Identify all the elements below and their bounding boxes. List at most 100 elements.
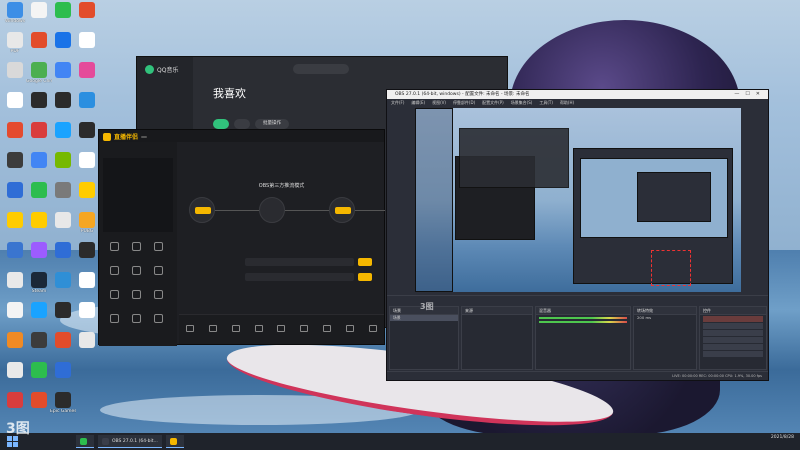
bottom-tool[interactable] [277,325,286,334]
live-tool[interactable] [125,240,147,264]
live-tool[interactable] [125,264,147,288]
qq-batch-button[interactable]: 批量操作 [255,119,289,129]
qq-play-all-button[interactable] [213,119,229,129]
menu-item[interactable]: 场景集合(S) [511,99,533,107]
desktop-icon[interactable] [2,62,28,94]
bottom-tool[interactable] [368,325,377,334]
desktop-icon[interactable] [74,122,100,154]
menu-item[interactable]: 工具(T) [539,99,553,107]
desktop-icon[interactable] [74,272,100,304]
qq-search-input[interactable] [293,64,349,74]
live-tool[interactable] [147,288,169,312]
menu-item[interactable]: 视图(V) [432,99,446,107]
desktop-icon[interactable] [26,2,52,34]
copy-button[interactable] [358,257,372,266]
desktop-icon[interactable] [50,182,76,214]
desktop-icon[interactable] [2,152,28,184]
server-url-field[interactable] [245,257,354,266]
desktop-icon[interactable] [50,242,76,274]
settings-button[interactable] [703,344,763,350]
desktop-icon[interactable] [2,272,28,304]
desktop-icon[interactable] [74,2,100,34]
desktop-icon[interactable] [50,62,76,94]
stream-key-field[interactable] [245,272,354,281]
desktop-icon[interactable] [26,332,52,364]
bottom-tool[interactable] [209,325,218,334]
scene-item[interactable]: 场景 [390,315,458,321]
live-tool[interactable] [125,288,147,312]
bottom-tool[interactable] [231,325,240,334]
desktop-icon[interactable] [74,152,100,184]
desktop-icon[interactable] [50,2,76,34]
desktop-icon[interactable]: Windows [2,2,28,34]
desktop-icon[interactable] [50,92,76,124]
desktop-icon[interactable] [50,122,76,154]
desktop-icon[interactable] [50,32,76,64]
desktop-icon[interactable] [2,122,28,154]
desktop-icon[interactable]: PUBG [74,212,100,244]
live-tool[interactable] [125,312,147,336]
desktop-icon[interactable] [74,92,100,124]
menu-item[interactable]: 文件(F) [391,99,404,107]
desktop-icon[interactable] [26,92,52,124]
desktop-icon[interactable] [50,272,76,304]
desktop-icon[interactable] [2,212,28,244]
studio-mode-button[interactable] [703,337,763,343]
menu-item[interactable]: 编辑(E) [411,99,425,107]
desktop-icon[interactable]: Google Chrome [26,62,52,94]
bottom-tool[interactable] [186,325,195,334]
taskbar-item[interactable] [76,435,94,448]
live-tool[interactable] [103,264,125,288]
live-tool[interactable] [103,240,125,264]
desktop-icon[interactable] [74,62,100,94]
taskbar-item[interactable] [165,435,184,448]
desktop-icon[interactable] [26,152,52,184]
virtual-camera-button[interactable] [703,330,763,336]
start-recording-button[interactable] [703,323,763,329]
transition-duration[interactable]: 200 ms [634,315,696,321]
desktop-icon[interactable] [74,332,100,364]
desktop-icon[interactable] [74,182,100,214]
menu-item[interactable]: 帮助(H) [560,99,574,107]
desktop-icon[interactable] [26,32,52,64]
desktop-icon[interactable] [2,332,28,364]
obs-preview-canvas[interactable] [415,108,741,292]
desktop-icon[interactable] [50,302,76,334]
desktop-icon[interactable] [2,182,28,214]
desktop-icon[interactable] [2,242,28,274]
exit-button[interactable] [703,351,763,357]
desktop-icon[interactable] [26,242,52,274]
live-assistant-window[interactable]: 直播伴侣 OBS第三方推流模式 [98,129,385,346]
desktop-icon[interactable] [26,212,52,244]
menu-item[interactable]: 配置文件(P) [482,99,504,107]
live-tool[interactable] [103,288,125,312]
desktop-icon[interactable] [50,152,76,184]
desktop-icon[interactable] [2,92,28,124]
desktop-icon[interactable] [2,362,28,394]
stop-streaming-button[interactable] [703,316,763,322]
bottom-tool[interactable] [322,325,331,334]
desktop-icon[interactable] [50,332,76,364]
desktop-icon[interactable]: Steam [26,272,52,304]
desktop-icon[interactable]: PDF [2,32,28,64]
copy-button[interactable] [358,272,372,281]
live-tool[interactable] [147,264,169,288]
window-controls[interactable]: —☐✕ [734,90,766,99]
menu-item[interactable]: 停靠部件(D) [453,99,475,107]
qq-download-button[interactable] [234,119,250,129]
desktop-icon[interactable] [26,182,52,214]
taskbar-item[interactable]: OBS 27.0.1 (64-bit... [98,435,162,448]
obs-window[interactable]: OBS 27.0.1 (64-bit, windows) - 配置文件: 未命名… [386,89,769,381]
desktop-icon[interactable] [26,302,52,334]
desktop-icon[interactable] [74,242,100,274]
desktop-icon[interactable]: Epic Games Launcher [50,392,76,424]
bottom-tool[interactable] [345,325,354,334]
desktop-icon[interactable] [26,362,52,394]
desktop-icon[interactable] [50,212,76,244]
clock[interactable]: 2021/8/28 [771,435,794,441]
bottom-tool[interactable] [300,325,309,334]
desktop-icon[interactable] [50,362,76,394]
desktop-icon[interactable] [74,32,100,64]
live-tool[interactable] [103,312,125,336]
desktop-icon[interactable] [2,302,28,334]
